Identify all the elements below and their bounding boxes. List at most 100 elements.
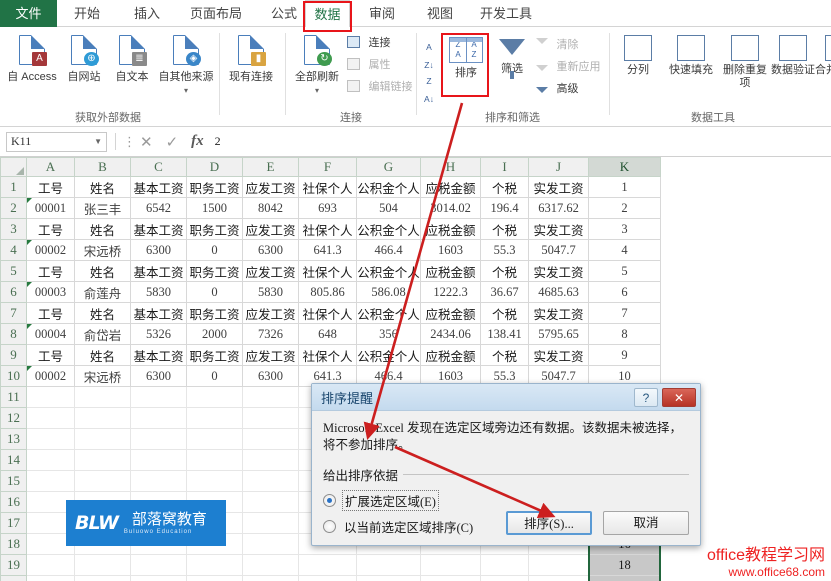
- cell[interactable]: 3014.02: [421, 198, 481, 219]
- column-header-j[interactable]: J: [529, 158, 589, 177]
- cell[interactable]: [357, 576, 421, 581]
- cell[interactable]: 00002: [27, 240, 75, 261]
- cell[interactable]: 实发工资: [529, 219, 589, 240]
- cell[interactable]: 社保个人: [299, 303, 357, 324]
- cell-k20[interactable]: 20: [589, 576, 661, 581]
- cell[interactable]: 个税: [481, 345, 529, 366]
- cell[interactable]: [243, 387, 299, 408]
- cell[interactable]: 648: [299, 324, 357, 345]
- cell[interactable]: 工号: [27, 303, 75, 324]
- cell[interactable]: [27, 429, 75, 450]
- row-header-12[interactable]: 12: [1, 408, 27, 429]
- help-icon[interactable]: ?: [634, 388, 658, 407]
- cell[interactable]: [357, 555, 421, 576]
- cell[interactable]: 职务工资: [187, 303, 243, 324]
- cell[interactable]: [481, 555, 529, 576]
- cell[interactable]: [421, 576, 481, 581]
- cell[interactable]: [27, 450, 75, 471]
- text-to-columns-button[interactable]: 分列: [617, 35, 659, 77]
- cell[interactable]: [75, 387, 131, 408]
- column-header-g[interactable]: G: [357, 158, 421, 177]
- cell[interactable]: 1222.3: [421, 282, 481, 303]
- cell-k8[interactable]: 8: [589, 324, 661, 345]
- cell[interactable]: 工号: [27, 261, 75, 282]
- cell[interactable]: 工号: [27, 219, 75, 240]
- tab-file[interactable]: 文件: [0, 0, 57, 27]
- cell[interactable]: 6300: [243, 240, 299, 261]
- cell[interactable]: 公积金个人: [357, 177, 421, 198]
- tab-home[interactable]: 开始: [65, 0, 109, 27]
- row-header-19[interactable]: 19: [1, 555, 27, 576]
- cell-k9[interactable]: 9: [589, 345, 661, 366]
- cell[interactable]: 5830: [243, 282, 299, 303]
- cell[interactable]: 社保个人: [299, 177, 357, 198]
- cell[interactable]: [131, 471, 187, 492]
- tab-data[interactable]: 数据: [305, 0, 350, 27]
- cell[interactable]: 00003: [27, 282, 75, 303]
- cell[interactable]: 586.08: [357, 282, 421, 303]
- cell[interactable]: [27, 576, 75, 581]
- cell[interactable]: 6300: [131, 240, 187, 261]
- column-header-k[interactable]: K: [589, 158, 661, 177]
- cell[interactable]: 356: [357, 324, 421, 345]
- cell[interactable]: 社保个人: [299, 261, 357, 282]
- cell[interactable]: 55.3: [481, 240, 529, 261]
- chevron-down-icon[interactable]: ▾: [289, 84, 345, 97]
- cell[interactable]: 00001: [27, 198, 75, 219]
- cell[interactable]: 实发工资: [529, 303, 589, 324]
- cancel-icon[interactable]: ✕: [140, 133, 153, 151]
- row-header-8[interactable]: 8: [1, 324, 27, 345]
- cell-k19[interactable]: 18: [589, 555, 661, 576]
- column-header-c[interactable]: C: [131, 158, 187, 177]
- close-icon[interactable]: ✕: [662, 388, 696, 407]
- row-header-17[interactable]: 17: [1, 513, 27, 534]
- cell[interactable]: 应发工资: [243, 303, 299, 324]
- cell[interactable]: [75, 555, 131, 576]
- column-header-h[interactable]: H: [421, 158, 481, 177]
- cell[interactable]: 俞岱岩: [75, 324, 131, 345]
- cell[interactable]: [243, 534, 299, 555]
- cell[interactable]: [299, 555, 357, 576]
- data-validation-button[interactable]: 数据验证: [771, 35, 815, 77]
- cell[interactable]: 宋远桥: [75, 366, 131, 387]
- row-header-14[interactable]: 14: [1, 450, 27, 471]
- chevron-down-icon[interactable]: ▾: [156, 84, 216, 97]
- cell[interactable]: 公积金个人: [357, 219, 421, 240]
- tab-insert[interactable]: 插入: [125, 0, 169, 27]
- row-header-7[interactable]: 7: [1, 303, 27, 324]
- radio-expand-selection[interactable]: 扩展选定区域(E): [323, 490, 689, 511]
- cell[interactable]: 张三丰: [75, 198, 131, 219]
- cell[interactable]: 5047.7: [529, 240, 589, 261]
- cell[interactable]: [243, 513, 299, 534]
- cell[interactable]: [131, 408, 187, 429]
- flash-fill-button[interactable]: 快速填充: [663, 35, 719, 77]
- cell[interactable]: [187, 429, 243, 450]
- cell[interactable]: 职务工资: [187, 177, 243, 198]
- cell[interactable]: [131, 429, 187, 450]
- cell[interactable]: 0: [187, 366, 243, 387]
- sort-warning-dialog[interactable]: 排序提醒 ? ✕ Microsoft Excel 发现在选定区域旁边还有数据。该…: [311, 383, 701, 546]
- row-header-6[interactable]: 6: [1, 282, 27, 303]
- cell[interactable]: 实发工资: [529, 177, 589, 198]
- existing-connection-button[interactable]: ▮ 现有连接: [222, 35, 280, 84]
- sort-button[interactable]: ZA AZ 排序: [444, 37, 488, 80]
- tab-view[interactable]: 视图: [418, 0, 462, 27]
- cell[interactable]: 2000: [187, 324, 243, 345]
- cell[interactable]: 2434.06: [421, 324, 481, 345]
- cell[interactable]: 7326: [243, 324, 299, 345]
- cell[interactable]: 工号: [27, 177, 75, 198]
- row-header-5[interactable]: 5: [1, 261, 27, 282]
- cell[interactable]: 4685.63: [529, 282, 589, 303]
- cell[interactable]: 应税金额: [421, 177, 481, 198]
- name-box[interactable]: K11 ▼: [6, 132, 107, 152]
- cell[interactable]: 工号: [27, 345, 75, 366]
- cell[interactable]: 0: [187, 282, 243, 303]
- cell[interactable]: 应税金额: [421, 303, 481, 324]
- row-header-4[interactable]: 4: [1, 240, 27, 261]
- cell[interactable]: 00004: [27, 324, 75, 345]
- sort-ascending-button[interactable]: AZ↓: [420, 37, 438, 73]
- confirm-icon[interactable]: ✓: [166, 133, 179, 151]
- row-header-11[interactable]: 11: [1, 387, 27, 408]
- cell[interactable]: 应发工资: [243, 219, 299, 240]
- cell[interactable]: [75, 576, 131, 581]
